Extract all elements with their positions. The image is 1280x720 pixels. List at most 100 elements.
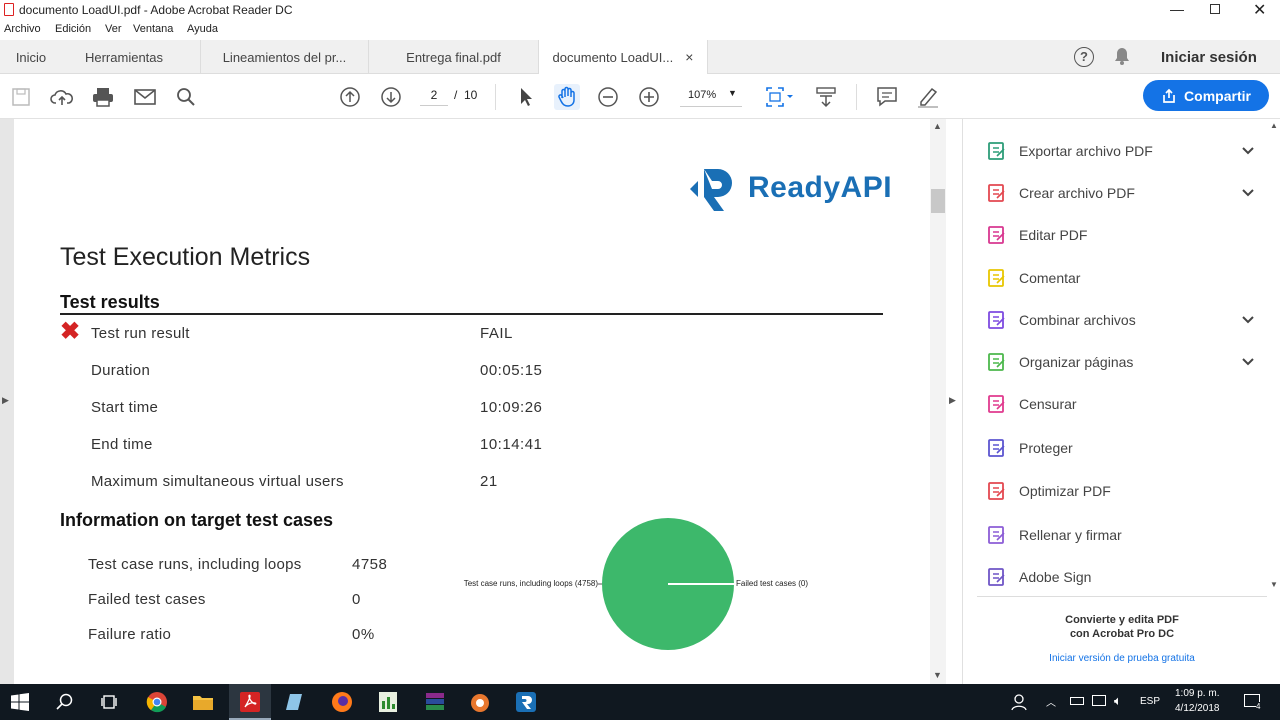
pdf-app-icon <box>4 3 14 16</box>
signin-button[interactable]: Iniciar sesión <box>1161 49 1257 66</box>
close-window-button[interactable]: ✕ <box>1253 0 1266 20</box>
restore-button[interactable] <box>1210 4 1220 14</box>
toolbar-divider <box>856 84 857 110</box>
tab-doc-lineamientos[interactable]: Lineamientos del pr... <box>200 40 368 74</box>
tool-item[interactable]: Exportar archivo PDF <box>985 137 1255 165</box>
result-value: 21 <box>480 473 498 490</box>
chevron-down-icon[interactable] <box>1241 354 1255 370</box>
tool-item[interactable]: Combinar archivos <box>985 306 1255 334</box>
spreadsheet-app-icon[interactable] <box>376 690 400 714</box>
soapui-app-icon[interactable] <box>468 690 492 714</box>
network-icon[interactable] <box>1092 695 1106 706</box>
left-pane-toggle-icon[interactable]: ▶ <box>2 395 9 406</box>
adobe-sign-icon <box>985 565 1009 589</box>
comment-icon[interactable] <box>874 84 900 110</box>
tool-item[interactable]: Crear archivo PDF <box>985 179 1255 207</box>
winrar-icon[interactable] <box>423 690 447 714</box>
tool-item[interactable]: Rellenar y firmar <box>985 521 1255 549</box>
page-number-input[interactable]: 2 <box>420 88 448 106</box>
save-icon[interactable] <box>8 84 34 110</box>
next-page-icon[interactable] <box>378 84 404 110</box>
select-cursor-icon[interactable] <box>513 84 539 110</box>
show-hidden-icons-icon[interactable]: ︿ <box>1046 694 1056 709</box>
file-explorer-icon[interactable] <box>191 690 215 714</box>
zoom-out-icon[interactable] <box>595 84 621 110</box>
close-tab-icon[interactable]: × <box>685 49 693 65</box>
tool-item-label: Editar PDF <box>1019 227 1088 243</box>
upload-cloud-icon[interactable] <box>49 84 75 110</box>
menu-archivo[interactable]: Archivo <box>4 23 41 35</box>
chrome-icon[interactable] <box>145 690 169 714</box>
document-area[interactable]: ▶ ReadyAPI Test Execution Metrics Test r… <box>0 119 946 684</box>
zoom-level-value: 107% <box>688 89 717 101</box>
result-value: 10:14:41 <box>480 436 543 453</box>
fit-page-icon[interactable] <box>762 84 796 110</box>
pane-scroll-down-icon[interactable]: ▼ <box>1270 580 1278 589</box>
tool-item[interactable]: Organizar páginas <box>985 348 1255 376</box>
zoom-in-icon[interactable] <box>636 84 662 110</box>
battery-icon[interactable] <box>1070 697 1084 705</box>
section-target-test-cases: Information on target test cases <box>60 510 334 530</box>
protect-icon <box>985 436 1009 460</box>
help-icon[interactable]: ? <box>1074 47 1094 67</box>
redact-icon <box>985 392 1009 416</box>
right-pane-toggle-icon[interactable]: ▶ <box>949 395 956 406</box>
pie-label: Failed test cases (0) <box>736 579 808 588</box>
tool-item-label: Comentar <box>1019 270 1081 286</box>
scroll-mode-icon[interactable] <box>813 84 839 110</box>
people-icon[interactable] <box>1008 690 1032 714</box>
pane-scrollbar[interactable]: ▲ ▼ <box>1267 119 1280 596</box>
notes-app-icon[interactable] <box>283 690 307 714</box>
case-label: Test case runs, including loops <box>88 556 302 573</box>
menu-edicion[interactable]: Edición <box>55 23 91 35</box>
tool-item[interactable]: Proteger <box>985 434 1255 462</box>
language-indicator[interactable]: ESP <box>1140 696 1160 707</box>
tool-item[interactable]: Censurar <box>985 390 1255 418</box>
tools-pane: Exportar archivo PDF Crear archivo PDF Edi… <box>962 119 1280 684</box>
tool-item[interactable]: Comentar <box>985 264 1255 292</box>
scroll-down-icon[interactable]: ▼ <box>933 670 942 680</box>
readyapi-app-icon[interactable] <box>514 690 538 714</box>
acrobat-reader-icon[interactable] <box>238 690 262 714</box>
taskbar: ︿ 🔈︎ ESP 1:09 p. m. 4/12/2018 4 <box>0 684 1280 720</box>
zoom-level-select[interactable]: 107% ▼ <box>680 87 742 107</box>
document-scrollbar[interactable]: ▲ ▼ <box>930 119 946 684</box>
print-icon[interactable] <box>90 84 116 110</box>
previous-page-icon[interactable] <box>337 84 363 110</box>
tab-doc-label: Lineamientos del pr... <box>222 49 347 65</box>
chevron-down-icon[interactable] <box>1241 185 1255 201</box>
menu-ayuda[interactable]: Ayuda <box>187 23 218 35</box>
scroll-up-icon[interactable]: ▲ <box>933 121 942 131</box>
tab-doc-loadui[interactable]: documento LoadUI... × <box>538 40 708 74</box>
menu-ventana[interactable]: Ventana <box>133 23 173 35</box>
tab-tools[interactable]: Herramientas <box>62 40 186 74</box>
hand-tool-icon[interactable] <box>554 84 580 110</box>
tool-item[interactable]: Adobe Sign <box>985 563 1255 591</box>
tab-home[interactable]: Inicio <box>0 40 62 74</box>
firefox-icon[interactable] <box>330 690 354 714</box>
notification-count: 4 <box>1256 702 1261 711</box>
notification-bell-icon[interactable] <box>1113 46 1131 69</box>
tab-doc-entrega[interactable]: Entrega final.pdf <box>368 40 538 74</box>
clock-date[interactable]: 4/12/2018 <box>1175 703 1220 714</box>
tool-item[interactable]: Editar PDF <box>985 221 1255 249</box>
highlight-pen-icon[interactable] <box>915 84 941 110</box>
scroll-thumb[interactable] <box>931 189 945 213</box>
tool-item[interactable]: Optimizar PDF <box>985 477 1255 505</box>
clock-time[interactable]: 1:09 p. m. <box>1175 688 1219 699</box>
free-trial-link[interactable]: Iniciar versión de prueba gratuita <box>977 653 1267 664</box>
minimize-button[interactable]: — <box>1170 1 1184 17</box>
menu-ver[interactable]: Ver <box>105 23 122 35</box>
windows-start-icon[interactable] <box>8 690 32 714</box>
share-button[interactable]: Compartir <box>1143 80 1269 111</box>
search-icon[interactable] <box>173 84 199 110</box>
task-view-icon[interactable] <box>98 690 122 714</box>
volume-icon[interactable]: 🔈︎ <box>1114 693 1122 709</box>
readyapi-logo-mark <box>690 169 732 211</box>
chevron-down-icon[interactable] <box>1241 312 1255 328</box>
email-icon[interactable] <box>132 84 158 110</box>
chevron-down-icon[interactable] <box>1241 143 1255 159</box>
toolbar-divider <box>495 84 496 110</box>
pane-scroll-up-icon[interactable]: ▲ <box>1270 121 1278 130</box>
search-icon[interactable] <box>53 690 77 714</box>
